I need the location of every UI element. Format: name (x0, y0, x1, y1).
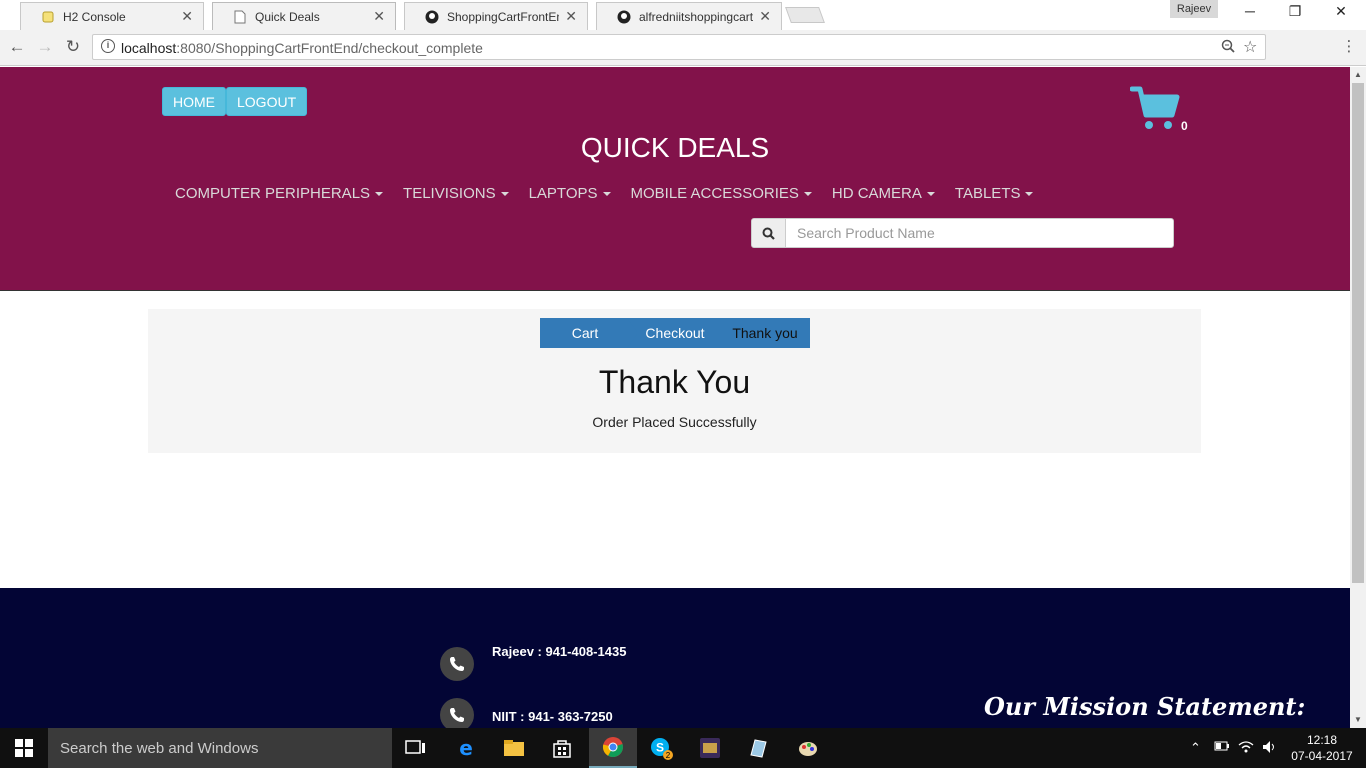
volume-icon[interactable] (1262, 740, 1278, 757)
browser-toolbar: ← → ↻ i localhost:8080/ShoppingCartFront… (0, 30, 1366, 87)
file-explorer-icon[interactable] (490, 728, 538, 768)
contact-rajeev: Rajeev : 941-408-1435 (492, 644, 627, 659)
chrome-icon[interactable] (589, 728, 637, 768)
scroll-down-icon[interactable]: ▼ (1350, 712, 1366, 728)
info-icon[interactable]: i (101, 39, 115, 53)
caret-down-icon (926, 192, 935, 197)
menu-computer-peripherals[interactable]: COMPUTER PERIPHERALS (165, 185, 393, 202)
github-icon (617, 10, 631, 24)
reload-icon[interactable]: ↻ (62, 37, 84, 57)
cart-icon[interactable] (1130, 85, 1180, 135)
tab-title: alfredniitshoppingcart/W (639, 9, 754, 24)
step-checkout[interactable]: Checkout (630, 318, 731, 348)
game-app-icon[interactable] (686, 728, 734, 768)
step-thank-you[interactable]: Thank you (720, 318, 810, 348)
battery-icon[interactable] (1214, 740, 1230, 755)
menu-tablets[interactable]: TABLETS (945, 185, 1044, 202)
task-view-icon[interactable] (392, 728, 440, 768)
windows-taskbar: Search the web and Windows e S2 ⌃ 12:18 … (0, 728, 1366, 768)
tab-github-1[interactable]: ShoppingCartFrontEndM ✕ (404, 2, 588, 30)
scroll-up-icon[interactable]: ▲ (1350, 67, 1366, 83)
paint-app-icon[interactable] (784, 728, 832, 768)
phone-icon (440, 647, 474, 681)
taskbar-clock[interactable]: 12:18 07-04-2017 (1290, 732, 1354, 764)
svg-text:2: 2 (666, 751, 671, 760)
caret-down-icon (1025, 192, 1034, 197)
checkout-steps: Cart Checkout Thank you (540, 318, 810, 348)
tab-h2-console[interactable]: H2 Console ✕ (20, 2, 204, 30)
profile-badge[interactable]: Rajeev (1170, 0, 1218, 18)
store-icon[interactable] (538, 728, 586, 768)
tab-quick-deals[interactable]: Quick Deals ✕ (212, 2, 396, 30)
tab-github-2[interactable]: alfredniitshoppingcart/W ✕ (596, 2, 782, 30)
restore-icon[interactable]: ❐ (1272, 3, 1318, 20)
checkout-complete-panel: Cart Checkout Thank you Thank You Order … (148, 309, 1201, 453)
menu-laptops[interactable]: LAPTOPS (519, 185, 621, 202)
search-button[interactable] (751, 218, 786, 248)
order-status-message: Order Placed Successfully (592, 414, 757, 430)
search-input[interactable] (785, 218, 1174, 248)
caret-down-icon (500, 192, 509, 197)
svg-text:S: S (656, 741, 664, 755)
address-bar[interactable]: i localhost:8080/ShoppingCartFrontEnd/ch… (92, 34, 1266, 60)
menu-televisions[interactable]: TELIVISIONS (393, 185, 519, 202)
wifi-icon[interactable] (1238, 740, 1254, 757)
taskbar-search-box[interactable]: Search the web and Windows (48, 728, 392, 768)
caret-down-icon (375, 192, 384, 197)
step-cart[interactable]: Cart (540, 318, 641, 348)
skype-icon[interactable]: S2 (637, 728, 685, 768)
menu-hd-camera[interactable]: HD CAMERA (822, 185, 945, 202)
notes-app-icon[interactable] (734, 728, 782, 768)
tab-close-icon[interactable]: ✕ (181, 8, 193, 25)
tab-close-icon[interactable]: ✕ (565, 8, 577, 25)
search-icon (762, 227, 775, 240)
thank-you-heading: Thank You (598, 364, 751, 400)
home-button[interactable]: HOME (162, 87, 226, 116)
menu-mobile-accessories[interactable]: MOBILE ACCESSORIES (621, 185, 822, 202)
h2-favicon-icon (41, 10, 55, 24)
mission-heading: Our Mission Statement: (984, 692, 1306, 721)
tab-title: H2 Console (63, 9, 126, 24)
contact-niit: NIIT : 941- 363-7250 (492, 709, 613, 724)
browser-tabstrip: H2 Console ✕ Quick Deals ✕ ShoppingCartF… (0, 0, 1366, 30)
zoom-icon[interactable] (1221, 39, 1235, 56)
new-tab-button[interactable] (785, 7, 825, 23)
github-icon (425, 10, 439, 24)
clock-date: 07-04-2017 (1291, 749, 1353, 763)
menu-icon[interactable]: ⋮ (1338, 37, 1360, 55)
phone-icon (440, 698, 474, 732)
page-scrollbar[interactable]: ▲ ▼ (1350, 67, 1366, 728)
windows-start-button[interactable] (0, 728, 48, 768)
windows-logo-icon (15, 739, 33, 757)
clock-time: 12:18 (1306, 733, 1338, 747)
tab-close-icon[interactable]: ✕ (759, 8, 771, 25)
caret-down-icon (602, 192, 611, 197)
svg-text:e: e (459, 737, 473, 759)
scroll-thumb[interactable] (1352, 83, 1364, 583)
category-menu: COMPUTER PERIPHERALS TELIVISIONS LAPTOPS… (165, 185, 1043, 202)
forward-icon[interactable]: → (34, 37, 56, 57)
tab-title: ShoppingCartFrontEndM (447, 9, 559, 24)
page-favicon-icon (233, 10, 247, 24)
site-header: HOME LOGOUT 0 QUICK DEALS COMPUTER PERIP… (0, 67, 1350, 291)
star-icon[interactable]: ☆ (1243, 37, 1257, 57)
site-footer: Rajeev : 941-408-1435 NIIT : 941- 363-72… (0, 588, 1350, 732)
logout-button[interactable]: LOGOUT (226, 87, 308, 116)
cart-count: 0 (1181, 119, 1188, 133)
caret-down-icon (803, 192, 812, 197)
back-icon[interactable]: ← (6, 37, 28, 57)
step-separator (627, 318, 638, 348)
close-window-icon[interactable]: ✕ (1318, 3, 1364, 20)
tab-title: Quick Deals (255, 9, 320, 24)
url-text[interactable]: localhost:8080/ShoppingCartFrontEnd/chec… (121, 40, 483, 56)
step-separator (717, 318, 728, 348)
minimize-icon[interactable]: ─ (1227, 3, 1273, 19)
edge-browser-icon[interactable]: e (442, 728, 490, 768)
site-title[interactable]: QUICK DEALS (0, 132, 1350, 164)
tray-chevron-up-icon[interactable]: ⌃ (1190, 740, 1201, 756)
tab-close-icon[interactable]: ✕ (373, 8, 385, 25)
